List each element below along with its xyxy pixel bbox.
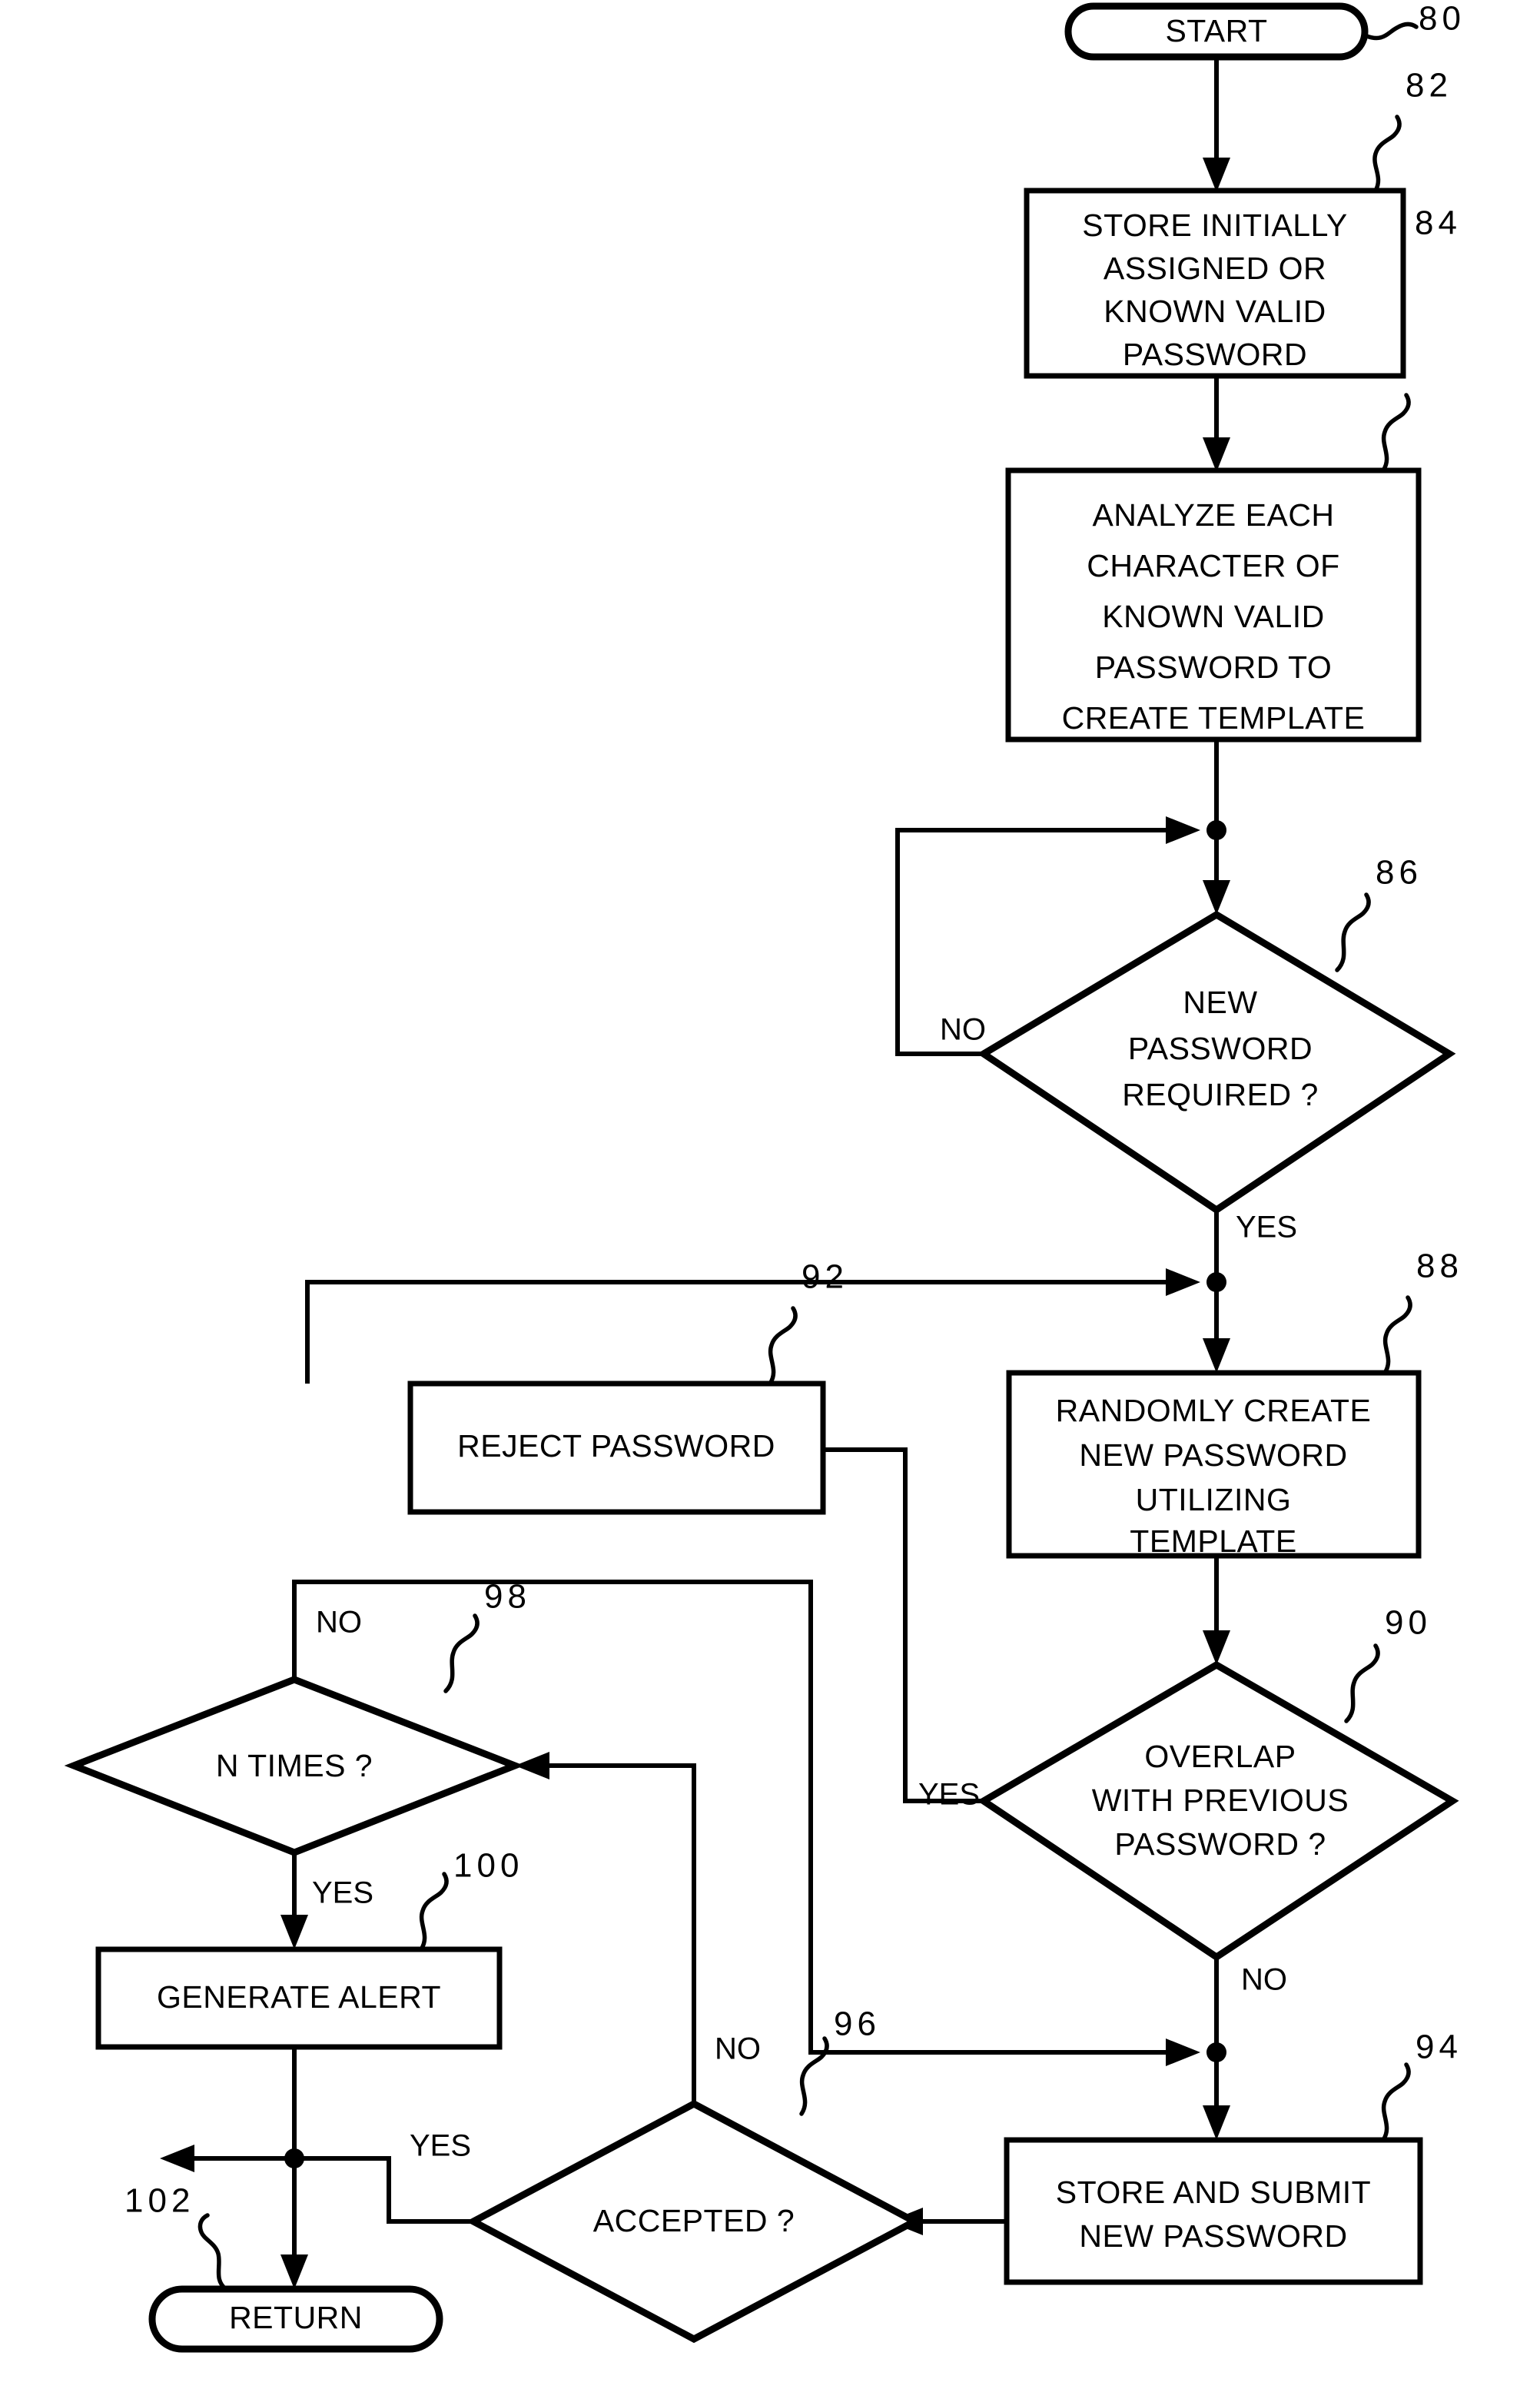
- leader-line-88: [1382, 1295, 1412, 1375]
- ref-numeral-102: 102: [124, 2182, 194, 2220]
- randomly-create-line-3: UTILIZING: [1136, 1482, 1292, 1517]
- overlap-line-3: PASSWORD ?: [1114, 1826, 1326, 1862]
- arrowhead-junction-c-to-store-submit: [1203, 2105, 1230, 2140]
- edge-label-ntimes-no: NO: [316, 1606, 362, 1640]
- leader-line-86: [1335, 892, 1371, 972]
- node-store-submit[interactable]: STORE AND SUBMIT NEW PASSWORD: [1004, 2137, 1423, 2285]
- analyze-line-1: ANALYZE EACH: [1092, 497, 1334, 533]
- analyze-line-4: PASSWORD TO: [1095, 650, 1333, 685]
- store-initially-line-2: ASSIGNED OR: [1104, 251, 1326, 286]
- node-randomly-create[interactable]: RANDOMLY CREATE NEW PASSWORD UTILIZING T…: [1006, 1370, 1422, 1559]
- analyze-line-3: KNOWN VALID: [1102, 599, 1325, 634]
- overlap-line-2: WITH PREVIOUS: [1092, 1783, 1349, 1818]
- leader-line-92: [768, 1306, 798, 1386]
- new-password-required-line-1: NEW: [1183, 985, 1257, 1020]
- randomly-create-line-4: TEMPLATE: [1130, 1523, 1296, 1559]
- arrowhead-junction-a-to-required: [1203, 880, 1230, 915]
- node-n-times[interactable]: N TIMES ?: [64, 1676, 525, 1856]
- ref-numeral-88: 88: [1416, 1248, 1463, 1285]
- ref-numeral-90: 90: [1385, 1604, 1432, 1642]
- leader-line-102: [197, 2213, 228, 2291]
- accepted-label: ACCEPTED ?: [593, 2203, 795, 2238]
- edge-label-overlap-no: NO: [1241, 1963, 1287, 1997]
- flowchart-canvas: START STORE INITIALLY ASSIGNED OR KNOWN …: [0, 0, 1540, 2399]
- store-initially-line-1: STORE INITIALLY: [1082, 208, 1347, 243]
- leader-line-96: [799, 2036, 829, 2116]
- leader-line-90: [1344, 1643, 1380, 1723]
- leader-line-98: [443, 1613, 480, 1693]
- edge-label-required-yes: YES: [1236, 1211, 1297, 1244]
- store-submit-line-2: NEW PASSWORD: [1079, 2218, 1347, 2254]
- edge-accepted-no-to-ntimes: [547, 1763, 696, 2104]
- arrowhead-accepted-yes-to-return-line: [160, 2145, 194, 2172]
- node-reject-password[interactable]: REJECT PASSWORD: [407, 1381, 826, 1515]
- leader-line-84: [1381, 393, 1411, 473]
- arrowhead-junction-d-to-return: [280, 2254, 308, 2289]
- return-label: RETURN: [229, 2300, 363, 2335]
- leader-line-100: [419, 1872, 449, 1952]
- edge-accepted-yes-to-return-line: [192, 2156, 473, 2224]
- new-password-required-line-2: PASSWORD: [1128, 1031, 1313, 1066]
- start-label: START: [1165, 13, 1267, 48]
- node-overlap[interactable]: OVERLAP WITH PREVIOUS PASSWORD ?: [977, 1660, 1459, 1962]
- ref-numeral-100: 100: [453, 1847, 523, 1885]
- edge-reject-to-junction-b: [305, 1280, 1168, 1384]
- junction-dot-top: [1206, 820, 1226, 840]
- store-initially-line-3: KNOWN VALID: [1104, 294, 1326, 329]
- edge-label-ntimes-yes: YES: [312, 1876, 373, 1910]
- n-times-label: N TIMES ?: [216, 1748, 373, 1783]
- ref-numeral-82: 82: [1406, 67, 1452, 105]
- edge-label-required-no: NO: [940, 1013, 986, 1047]
- node-generate-alert[interactable]: GENERATE ALERT: [95, 1946, 503, 2050]
- arrowhead-reject-to-junction-b: [1166, 1268, 1200, 1296]
- analyze-line-5: CREATE TEMPLATE: [1062, 700, 1366, 736]
- arrowhead-ntimes-no-to-junction-c: [1166, 2038, 1200, 2066]
- node-analyze[interactable]: ANALYZE EACH CHARACTER OF KNOWN VALID PA…: [1005, 467, 1422, 743]
- node-new-password-required[interactable]: NEW PASSWORD REQUIRED ?: [977, 910, 1456, 1214]
- analyze-line-2: CHARACTER OF: [1087, 548, 1339, 583]
- ref-numeral-86: 86: [1376, 854, 1422, 892]
- generate-alert-label: GENERATE ALERT: [157, 1979, 441, 2015]
- ref-numeral-94: 94: [1416, 2029, 1462, 2066]
- leader-line-80: [1362, 22, 1419, 41]
- arrowhead-required-no-loop: [1166, 816, 1200, 844]
- leader-line-94: [1381, 2062, 1411, 2142]
- node-return[interactable]: RETURN: [148, 2285, 443, 2353]
- ref-numeral-80: 80: [1419, 0, 1465, 38]
- arrowhead-junction-b-to-randomly-create: [1203, 1338, 1230, 1373]
- overlap-line-1: OVERLAP: [1144, 1739, 1296, 1774]
- new-password-required-line-3: REQUIRED ?: [1122, 1077, 1319, 1112]
- arrowhead-start-to-store-initial: [1203, 158, 1230, 192]
- ref-numeral-92: 92: [802, 1258, 848, 1296]
- arrowhead-randomly-create-to-overlap: [1203, 1630, 1230, 1665]
- store-initially-line-4: PASSWORD: [1123, 337, 1307, 372]
- node-accepted[interactable]: ACCEPTED ?: [466, 2099, 922, 2344]
- ref-numeral-96: 96: [834, 2005, 881, 2043]
- arrowhead-ntimes-yes-to-generate-alert: [280, 1915, 308, 1949]
- ref-numeral-98: 98: [484, 1578, 531, 1616]
- node-start[interactable]: START: [1064, 2, 1369, 61]
- password-generation-flowchart: START STORE INITIALLY ASSIGNED OR KNOWN …: [64, 0, 1465, 2353]
- arrowhead-store-initial-to-analyze: [1203, 437, 1230, 472]
- leader-line-82: [1372, 115, 1402, 193]
- edge-label-overlap-yes: YES: [918, 1778, 980, 1812]
- store-submit-line-1: STORE AND SUBMIT: [1056, 2175, 1371, 2210]
- edge-label-accepted-no: NO: [715, 2032, 761, 2066]
- store-submit-box-shape: [1004, 2137, 1423, 2285]
- ref-numeral-84: 84: [1415, 204, 1462, 242]
- edge-label-accepted-yes: YES: [410, 2129, 471, 2163]
- randomly-create-line-2: NEW PASSWORD: [1079, 1437, 1347, 1473]
- reject-password-label: REJECT PASSWORD: [457, 1428, 775, 1464]
- randomly-create-line-1: RANDOMLY CREATE: [1056, 1393, 1372, 1428]
- node-store-initially[interactable]: STORE INITIALLY ASSIGNED OR KNOWN VALID …: [1024, 188, 1406, 379]
